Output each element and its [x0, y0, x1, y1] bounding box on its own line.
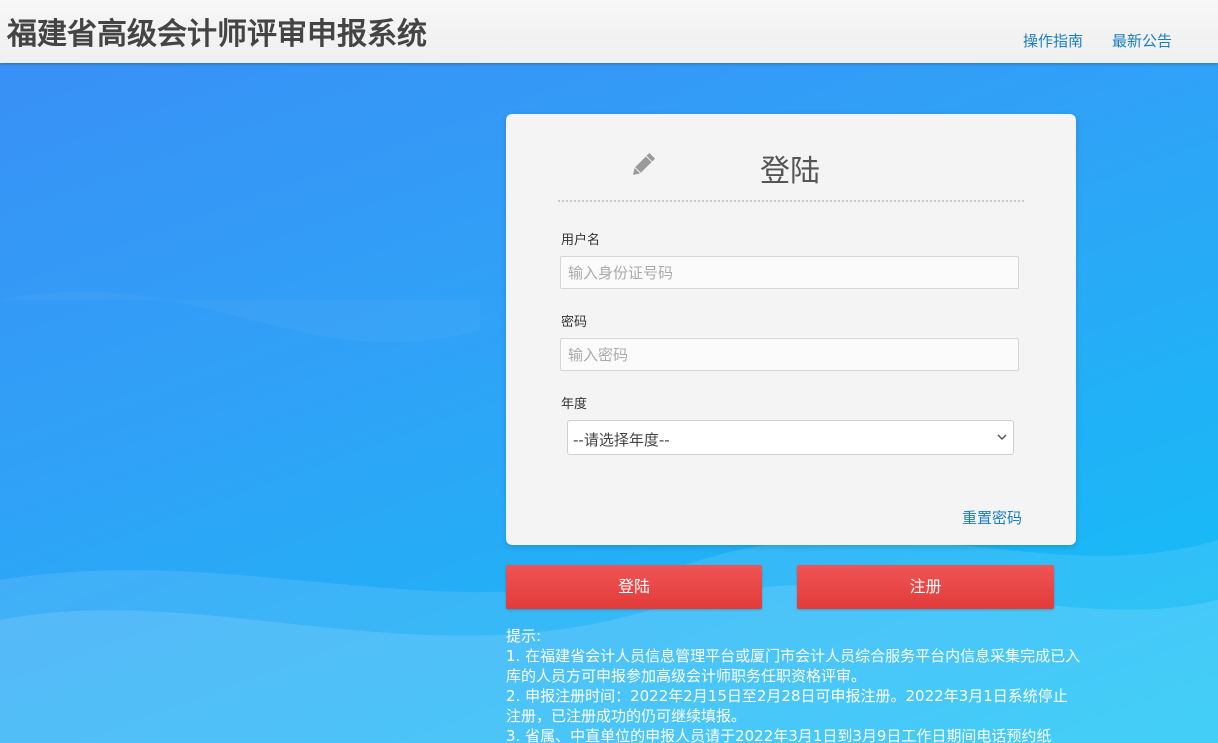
notice-item: 1. 在福建省会计人员信息管理平台或厦门市会计人员综合服务平台内信息采集完成已入…: [506, 647, 1081, 685]
notice-panel: 提示: 1. 在福建省会计人员信息管理平台或厦门市会计人员综合服务平台内信息采集…: [506, 626, 1081, 743]
login-card: 登陆 用户名 密码 年度 --请选择年度-- 重置密码: [506, 114, 1076, 545]
year-label: 年度: [561, 397, 588, 412]
password-label: 密码: [561, 315, 588, 330]
reset-password-link[interactable]: 重置密码: [962, 507, 1022, 528]
nav-link-guide[interactable]: 操作指南: [1023, 30, 1083, 51]
year-select-value: --请选择年度--: [573, 431, 670, 449]
year-select[interactable]: --请选择年度--: [567, 420, 1014, 455]
login-title: 登陆: [760, 154, 820, 189]
notice-item: 2. 申报注册时间：2022年2月15日至2月28日可申报注册。2022年3月1…: [506, 687, 1068, 725]
username-label: 用户名: [561, 233, 601, 248]
login-card-header: 登陆: [558, 144, 1024, 202]
chevron-down-icon: [997, 434, 1007, 441]
login-button[interactable]: 登陆: [506, 565, 762, 609]
site-header: 福建省高级会计师评审申报系统 操作指南 最新公告: [0, 0, 1218, 63]
notice-item: 3. 省属、中直单位的申报人员请于2022年3月1日到3月9日工作日期间电话预约…: [506, 727, 1052, 743]
notice-heading: 提示:: [506, 627, 542, 645]
site-title: 福建省高级会计师评审申报系统: [7, 17, 427, 52]
pencil-icon: [633, 152, 656, 175]
password-input[interactable]: [560, 338, 1019, 371]
nav-link-latest-notice[interactable]: 最新公告: [1112, 30, 1172, 51]
username-input[interactable]: [560, 256, 1019, 289]
register-button[interactable]: 注册: [797, 565, 1054, 609]
